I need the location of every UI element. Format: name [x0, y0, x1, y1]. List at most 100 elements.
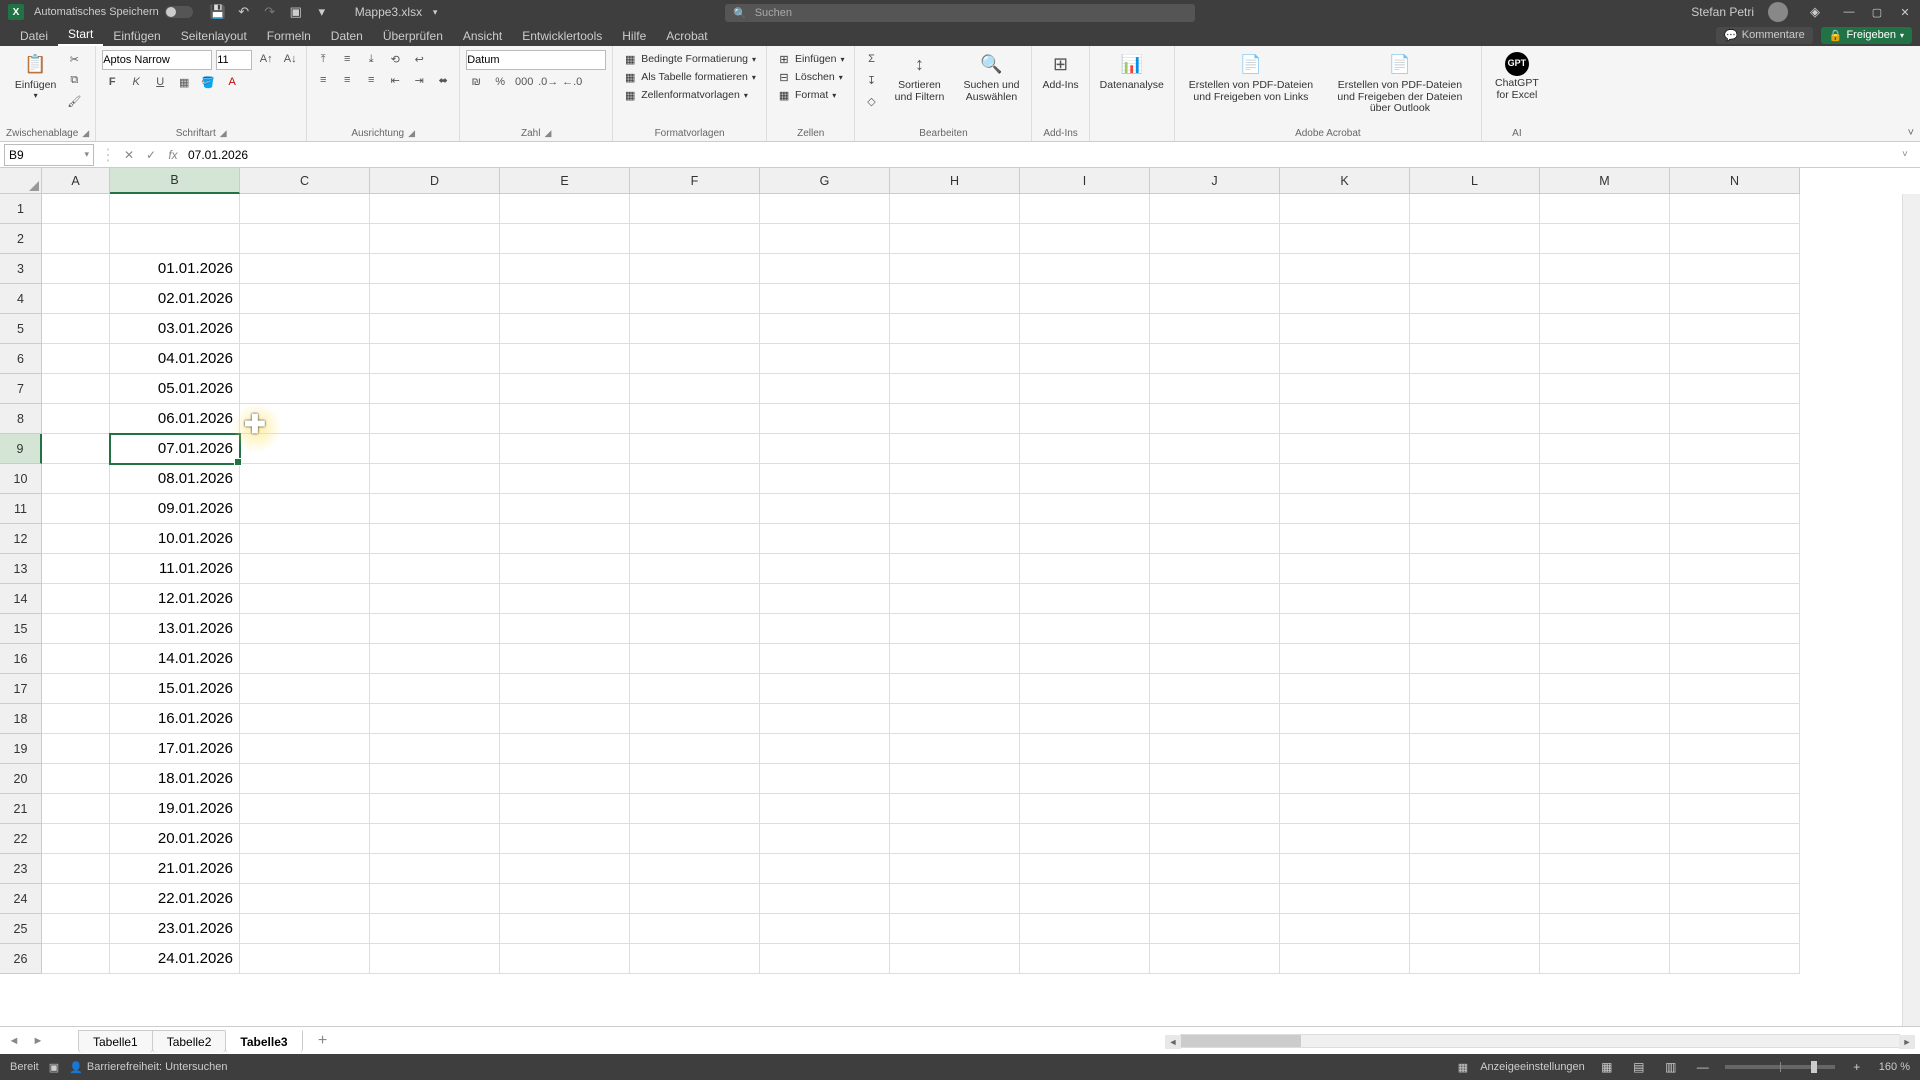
cell-I16[interactable]: [1020, 644, 1150, 674]
cell-M24[interactable]: [1540, 884, 1670, 914]
cell-I2[interactable]: [1020, 224, 1150, 254]
cell-F17[interactable]: [630, 674, 760, 704]
cell-B24[interactable]: 22.01.2026: [110, 884, 240, 914]
tab-acrobat[interactable]: Acrobat: [656, 26, 717, 46]
cell-L16[interactable]: [1410, 644, 1540, 674]
cell-M17[interactable]: [1540, 674, 1670, 704]
column-header-N[interactable]: N: [1670, 168, 1800, 194]
cell-G13[interactable]: [760, 554, 890, 584]
cell-L6[interactable]: [1410, 344, 1540, 374]
cell-B13[interactable]: 11.01.2026: [110, 554, 240, 584]
cell-B12[interactable]: 10.01.2026: [110, 524, 240, 554]
cell-D15[interactable]: [370, 614, 500, 644]
cell-H5[interactable]: [890, 314, 1020, 344]
tab-developer[interactable]: Entwicklertools: [512, 26, 612, 46]
document-name[interactable]: Mappe3.xlsx: [355, 5, 422, 19]
display-settings-button[interactable]: Anzeigeeinstellungen: [1480, 1061, 1585, 1073]
search-box[interactable]: 🔍 Suchen: [725, 4, 1195, 22]
cell-K24[interactable]: [1280, 884, 1410, 914]
number-format-select[interactable]: [466, 50, 606, 70]
cell-B10[interactable]: 08.01.2026: [110, 464, 240, 494]
cell-F13[interactable]: [630, 554, 760, 584]
cell-D20[interactable]: [370, 764, 500, 794]
comma-icon[interactable]: 000: [514, 73, 534, 91]
cell-J24[interactable]: [1150, 884, 1280, 914]
diamond-icon[interactable]: ◈: [1806, 3, 1824, 21]
expand-formula-icon[interactable]: ˅: [1902, 149, 1920, 160]
paste-button[interactable]: 📋Einfügen▾: [11, 50, 60, 102]
tab-help[interactable]: Hilfe: [612, 26, 656, 46]
column-header-D[interactable]: D: [370, 168, 500, 194]
cell-I6[interactable]: [1020, 344, 1150, 374]
cell-L8[interactable]: [1410, 404, 1540, 434]
cell-K10[interactable]: [1280, 464, 1410, 494]
cell-G21[interactable]: [760, 794, 890, 824]
cell-M9[interactable]: [1540, 434, 1670, 464]
cell-G23[interactable]: [760, 854, 890, 884]
cell-I17[interactable]: [1020, 674, 1150, 704]
row-header-8[interactable]: 8: [0, 404, 42, 434]
font-launcher-icon[interactable]: ◢: [220, 128, 227, 139]
cell-B4[interactable]: 02.01.2026: [110, 284, 240, 314]
align-center-icon[interactable]: ≡: [337, 71, 357, 89]
cell-L12[interactable]: [1410, 524, 1540, 554]
conditional-formatting-button[interactable]: ▦Bedingte Formatierung▾: [619, 50, 760, 68]
cell-D16[interactable]: [370, 644, 500, 674]
cell-E12[interactable]: [500, 524, 630, 554]
cell-A18[interactable]: [42, 704, 110, 734]
cell-F14[interactable]: [630, 584, 760, 614]
cell-B14[interactable]: 12.01.2026: [110, 584, 240, 614]
cell-A3[interactable]: [42, 254, 110, 284]
cell-E25[interactable]: [500, 914, 630, 944]
cell-C7[interactable]: [240, 374, 370, 404]
cell-B2[interactable]: [110, 224, 240, 254]
cell-I4[interactable]: [1020, 284, 1150, 314]
cell-I19[interactable]: [1020, 734, 1150, 764]
cell-A26[interactable]: [42, 944, 110, 974]
cell-F2[interactable]: [630, 224, 760, 254]
sort-filter-button[interactable]: ↕Sortieren und Filtern: [885, 50, 953, 105]
row-header-13[interactable]: 13: [0, 554, 42, 584]
cell-N24[interactable]: [1670, 884, 1800, 914]
tab-formulas[interactable]: Formeln: [257, 26, 321, 46]
cell-D26[interactable]: [370, 944, 500, 974]
cell-D10[interactable]: [370, 464, 500, 494]
row-header-2[interactable]: 2: [0, 224, 42, 254]
cell-N9[interactable]: [1670, 434, 1800, 464]
cell-I15[interactable]: [1020, 614, 1150, 644]
autosum-icon[interactable]: Σ: [861, 50, 881, 68]
cell-E14[interactable]: [500, 584, 630, 614]
cell-L20[interactable]: [1410, 764, 1540, 794]
cell-M13[interactable]: [1540, 554, 1670, 584]
currency-icon[interactable]: ₪: [466, 73, 486, 91]
cell-G18[interactable]: [760, 704, 890, 734]
cell-A9[interactable]: [42, 434, 110, 464]
fill-color-icon[interactable]: 🪣: [198, 73, 218, 91]
cell-H3[interactable]: [890, 254, 1020, 284]
comments-button[interactable]: 💬Kommentare: [1716, 27, 1813, 44]
cell-J15[interactable]: [1150, 614, 1280, 644]
row-header-14[interactable]: 14: [0, 584, 42, 614]
close-button[interactable]: ✕: [1898, 5, 1912, 19]
cell-H17[interactable]: [890, 674, 1020, 704]
cell-I18[interactable]: [1020, 704, 1150, 734]
cell-C11[interactable]: [240, 494, 370, 524]
cell-B19[interactable]: 17.01.2026: [110, 734, 240, 764]
format-as-table-button[interactable]: ▦Als Tabelle formatieren▾: [619, 68, 760, 86]
cell-A22[interactable]: [42, 824, 110, 854]
cell-L22[interactable]: [1410, 824, 1540, 854]
cell-J13[interactable]: [1150, 554, 1280, 584]
cell-E8[interactable]: [500, 404, 630, 434]
cell-L7[interactable]: [1410, 374, 1540, 404]
cell-D21[interactable]: [370, 794, 500, 824]
row-header-10[interactable]: 10: [0, 464, 42, 494]
collapse-ribbon-icon[interactable]: ˅: [1908, 127, 1914, 139]
cell-L2[interactable]: [1410, 224, 1540, 254]
sheet-nav-next-icon[interactable]: ►: [28, 1031, 48, 1051]
cell-E5[interactable]: [500, 314, 630, 344]
cell-A11[interactable]: [42, 494, 110, 524]
align-left-icon[interactable]: ≡: [313, 71, 333, 89]
cell-H15[interactable]: [890, 614, 1020, 644]
cell-G6[interactable]: [760, 344, 890, 374]
row-header-18[interactable]: 18: [0, 704, 42, 734]
